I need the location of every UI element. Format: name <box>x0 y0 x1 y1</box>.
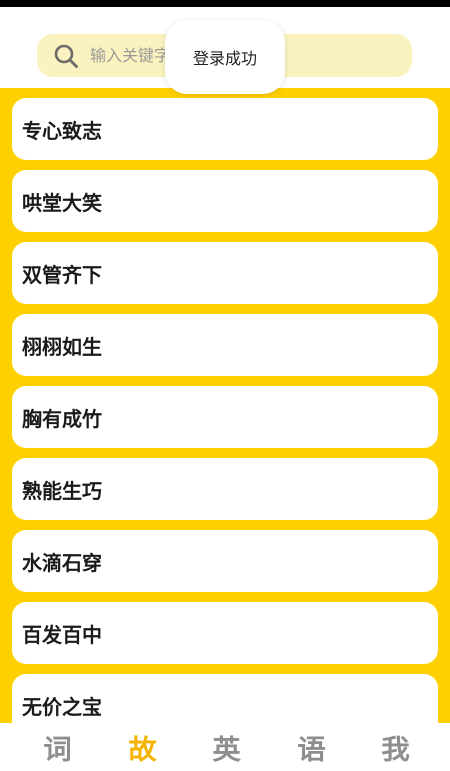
tab-language[interactable]: 语 <box>281 723 341 771</box>
list-item[interactable]: 胸有成竹 <box>12 386 438 448</box>
list-item[interactable]: 水滴石穿 <box>12 530 438 592</box>
list-item[interactable]: 栩栩如生 <box>12 314 438 376</box>
list-item[interactable]: 百发百中 <box>12 602 438 664</box>
bottom-tab-bar: 词 故 英 语 我 <box>0 723 450 771</box>
tab-words[interactable]: 词 <box>27 723 87 771</box>
status-bar <box>0 0 450 7</box>
list-item[interactable]: 专心致志 <box>12 98 438 160</box>
idiom-list[interactable]: 专心致志 哄堂大笑 双管齐下 栩栩如生 胸有成竹 熟能生巧 水滴石穿 百发百中 … <box>0 88 450 723</box>
tab-english[interactable]: 英 <box>196 723 256 771</box>
list-item[interactable]: 熟能生巧 <box>12 458 438 520</box>
tab-stories[interactable]: 故 <box>112 723 172 771</box>
list-item[interactable]: 哄堂大笑 <box>12 170 438 232</box>
list-item[interactable]: 无价之宝 <box>12 674 438 723</box>
tab-me[interactable]: 我 <box>365 723 425 771</box>
search-icon[interactable] <box>52 42 80 70</box>
list-item[interactable]: 双管齐下 <box>12 242 438 304</box>
toast-message: 登录成功 <box>165 20 285 94</box>
